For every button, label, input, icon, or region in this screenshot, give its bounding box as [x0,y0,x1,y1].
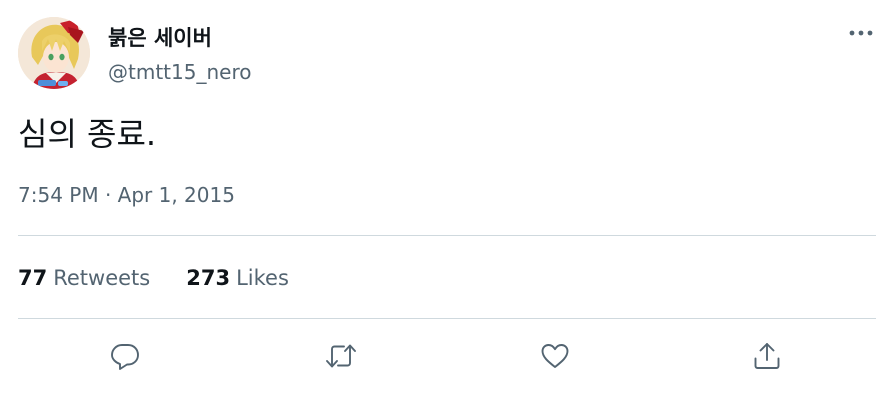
three-dots-icon [849,30,873,36]
divider [18,318,876,319]
tweet-card: 붉은 세이버 @tmtt15_nero 심의 종료. 7:54 PM · Apr… [0,0,894,409]
anime-character-avatar-icon [18,17,90,89]
heart-icon [541,344,569,368]
likes-label: Likes [236,266,289,290]
more-options-button[interactable] [844,20,878,46]
speech-bubble-icon [111,344,139,370]
avatar[interactable] [18,17,90,89]
likes-stat[interactable]: 273 Likes [186,266,289,290]
retweet-button[interactable] [322,337,360,375]
share-button[interactable] [748,337,786,375]
likes-count: 273 [186,266,231,290]
display-name[interactable]: 붉은 세이버 [108,24,212,52]
retweet-arrows-icon [326,344,356,368]
engagement-stats: 77 Retweets 273 Likes [18,262,289,294]
user-handle[interactable]: @tmtt15_nero [108,58,251,86]
like-button[interactable] [536,337,574,375]
share-upload-icon [754,343,780,369]
retweets-label: Retweets [53,266,151,290]
retweets-count: 77 [18,266,48,290]
divider [18,235,876,236]
retweets-stat[interactable]: 77 Retweets [18,266,150,290]
tweet-timestamp[interactable]: 7:54 PM · Apr 1, 2015 [18,180,235,210]
reply-button[interactable] [106,337,144,375]
tweet-text: 심의 종료. [18,115,157,153]
